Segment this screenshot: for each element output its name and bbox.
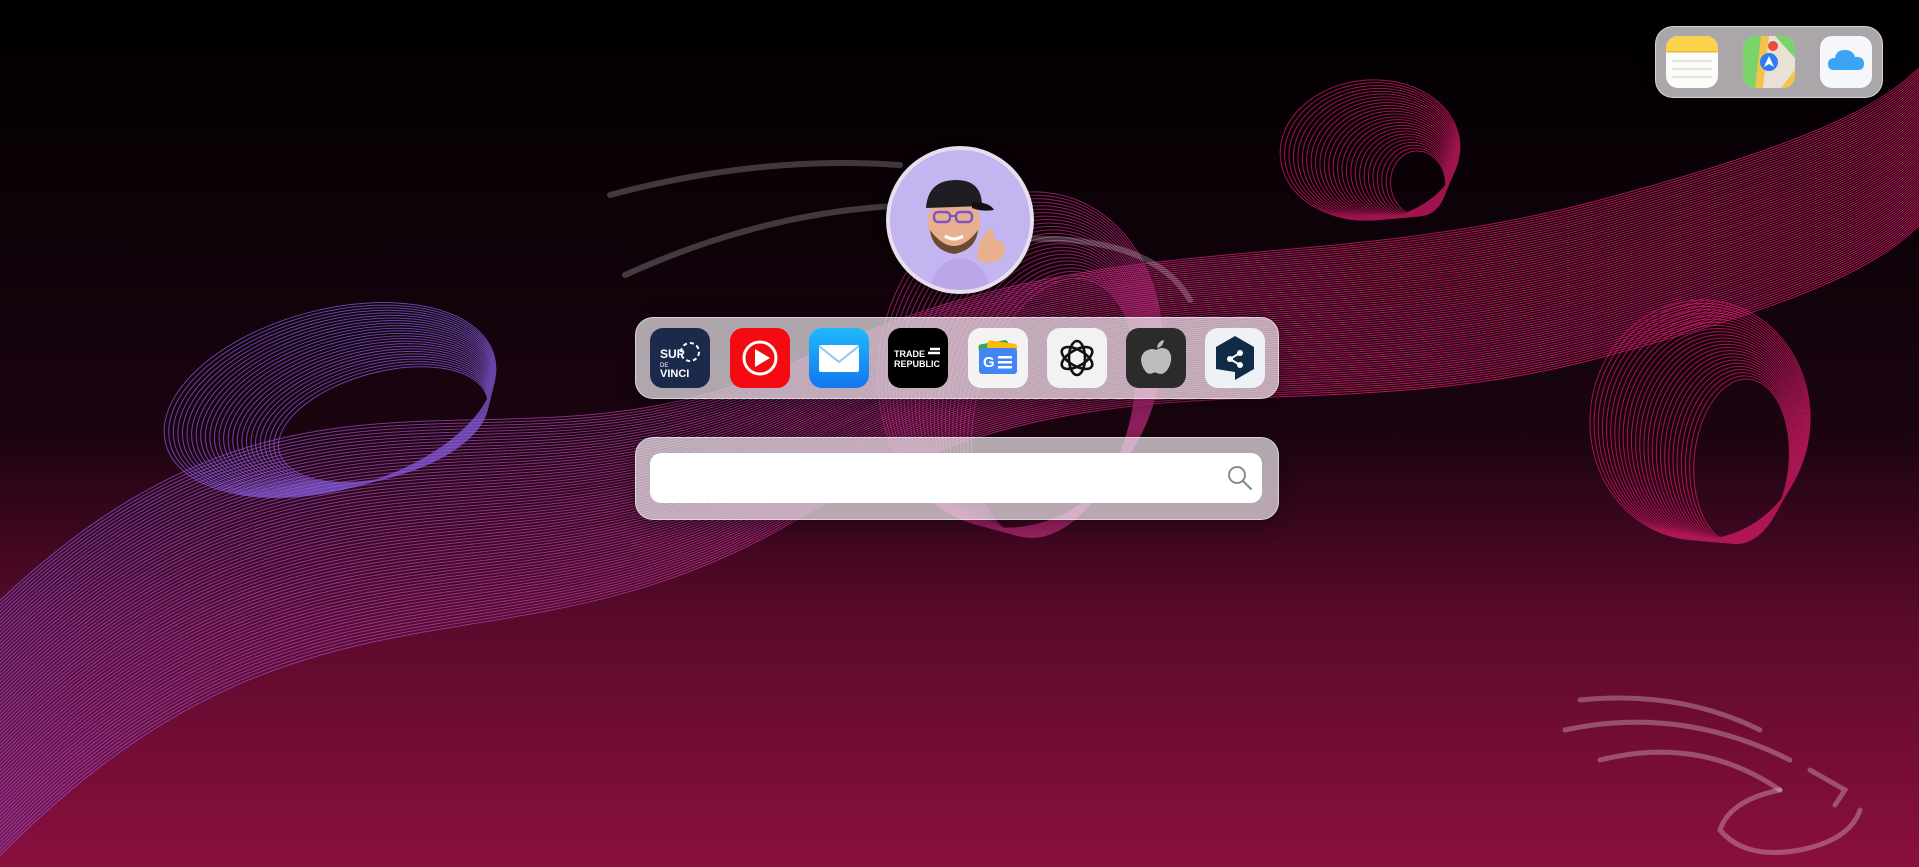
traderepublic-label-line2: REPUBLIC xyxy=(894,359,941,369)
mail-app-button[interactable] xyxy=(809,328,869,388)
supdevinci-label-line3: VINCI xyxy=(660,368,689,380)
traderepublic-label-line1: TRADE xyxy=(894,349,925,359)
google-news-app-button[interactable]: G xyxy=(968,328,1028,388)
deepl-icon xyxy=(1205,328,1265,388)
youtube-app-button[interactable] xyxy=(730,328,790,388)
icloud-app-button[interactable] xyxy=(1820,36,1872,88)
search-icon[interactable] xyxy=(1226,464,1254,492)
search-input[interactable] xyxy=(650,453,1262,503)
maps-app-button[interactable] xyxy=(1743,36,1795,88)
google-news-label: G xyxy=(983,354,995,371)
icloud-icon xyxy=(1820,36,1872,88)
traderepublic-app-button[interactable]: TRADE REPUBLIC xyxy=(888,328,948,388)
supdevinci-icon: SUP DE VINCI xyxy=(650,328,710,388)
openai-icon xyxy=(1047,328,1107,388)
google-news-icon: G xyxy=(968,328,1028,388)
wallpaper-background xyxy=(0,0,1919,867)
chatgpt-app-button[interactable] xyxy=(1047,328,1107,388)
avatar[interactable] xyxy=(886,146,1034,294)
maps-icon xyxy=(1743,36,1795,88)
supdevinci-label-line1: SUP xyxy=(660,347,685,361)
supdevinci-app-button[interactable]: SUP DE VINCI xyxy=(650,328,710,388)
top-dock xyxy=(1655,26,1883,98)
mail-icon xyxy=(809,328,869,388)
youtube-icon xyxy=(730,328,790,388)
app-dock: SUP DE VINCI TRADE REPUBLIC G xyxy=(635,317,1279,399)
memoji-avatar-icon xyxy=(890,150,1030,290)
notes-icon xyxy=(1666,36,1718,88)
apple-app-button[interactable] xyxy=(1126,328,1186,388)
deepl-app-button[interactable] xyxy=(1205,328,1265,388)
apple-icon xyxy=(1126,328,1186,388)
search-panel xyxy=(635,437,1279,520)
notes-app-button[interactable] xyxy=(1666,36,1718,88)
traderepublic-icon: TRADE REPUBLIC xyxy=(888,328,948,388)
